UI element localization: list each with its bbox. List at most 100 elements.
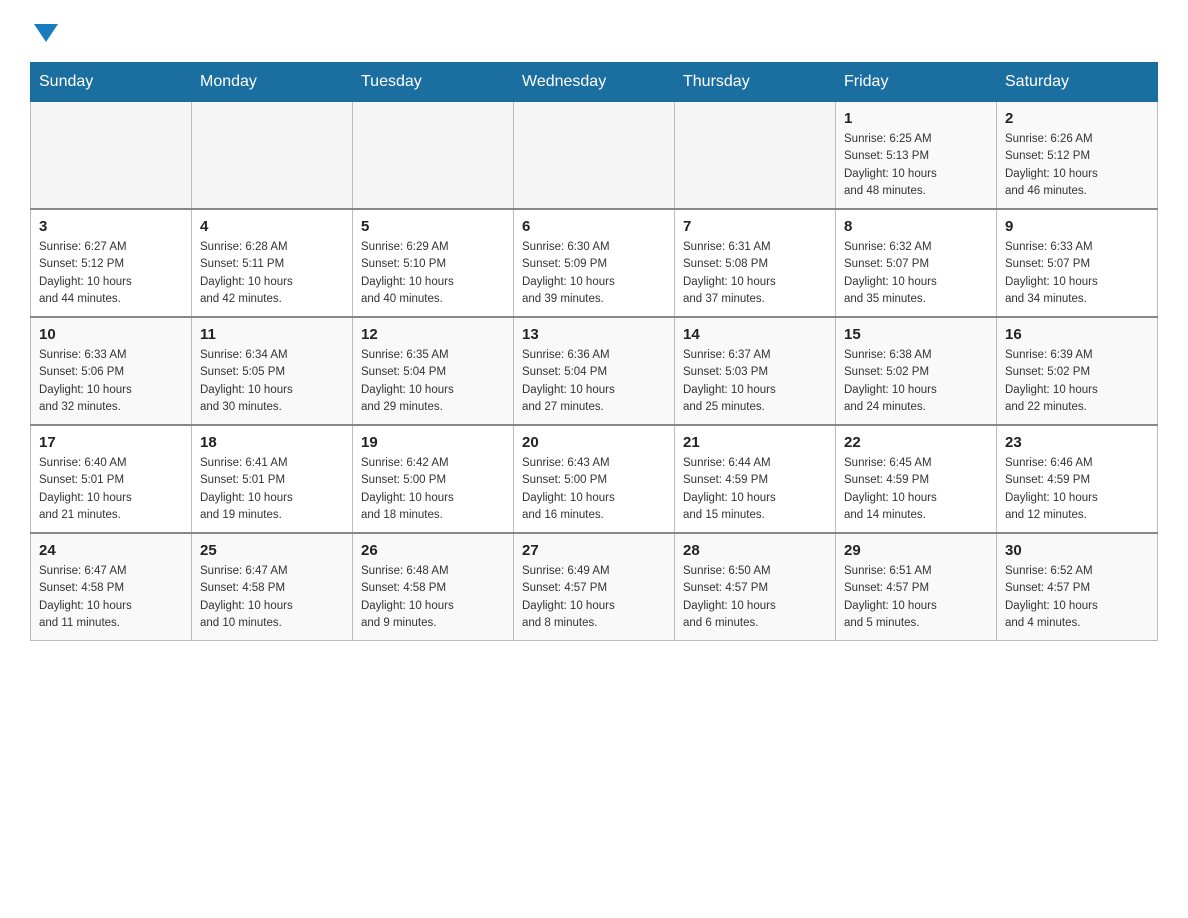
day-number: 15 bbox=[844, 326, 988, 343]
logo-top bbox=[30, 20, 58, 42]
day-header-saturday: Saturday bbox=[997, 63, 1158, 102]
day-info: Sunrise: 6:44 AM Sunset: 4:59 PM Dayligh… bbox=[683, 455, 827, 524]
day-number: 1 bbox=[844, 110, 988, 127]
day-number: 25 bbox=[200, 542, 344, 559]
calendar-cell: 9 Sunrise: 6:33 AM Sunset: 5:07 PM Daylig… bbox=[997, 209, 1158, 317]
day-number: 19 bbox=[361, 434, 505, 451]
day-info: Sunrise: 6:33 AM Sunset: 5:06 PM Dayligh… bbox=[39, 347, 183, 416]
calendar-cell bbox=[192, 102, 353, 210]
day-info: Sunrise: 6:50 AM Sunset: 4:57 PM Dayligh… bbox=[683, 563, 827, 632]
day-info: Sunrise: 6:25 AM Sunset: 5:13 PM Dayligh… bbox=[844, 131, 988, 200]
calendar-cell: 3 Sunrise: 6:27 AM Sunset: 5:12 PM Daylig… bbox=[31, 209, 192, 317]
calendar-cell: 25 Sunrise: 6:47 AM Sunset: 4:58 PM Dayli… bbox=[192, 533, 353, 641]
day-number: 3 bbox=[39, 218, 183, 235]
page-header bbox=[30, 20, 1158, 42]
day-info: Sunrise: 6:38 AM Sunset: 5:02 PM Dayligh… bbox=[844, 347, 988, 416]
calendar-cell: 7 Sunrise: 6:31 AM Sunset: 5:08 PM Daylig… bbox=[675, 209, 836, 317]
day-header-monday: Monday bbox=[192, 63, 353, 102]
day-number: 26 bbox=[361, 542, 505, 559]
day-info: Sunrise: 6:27 AM Sunset: 5:12 PM Dayligh… bbox=[39, 239, 183, 308]
day-info: Sunrise: 6:31 AM Sunset: 5:08 PM Dayligh… bbox=[683, 239, 827, 308]
day-number: 30 bbox=[1005, 542, 1149, 559]
day-number: 10 bbox=[39, 326, 183, 343]
day-number: 8 bbox=[844, 218, 988, 235]
day-info: Sunrise: 6:37 AM Sunset: 5:03 PM Dayligh… bbox=[683, 347, 827, 416]
calendar-cell: 6 Sunrise: 6:30 AM Sunset: 5:09 PM Daylig… bbox=[514, 209, 675, 317]
day-number: 4 bbox=[200, 218, 344, 235]
calendar-cell: 20 Sunrise: 6:43 AM Sunset: 5:00 PM Dayli… bbox=[514, 425, 675, 533]
day-number: 14 bbox=[683, 326, 827, 343]
calendar-cell bbox=[31, 102, 192, 210]
calendar-week-row: 1 Sunrise: 6:25 AM Sunset: 5:13 PM Daylig… bbox=[31, 102, 1158, 210]
day-number: 21 bbox=[683, 434, 827, 451]
calendar-cell: 11Sunrise: 6:34 AM Sunset: 5:05 PM Dayli… bbox=[192, 317, 353, 425]
calendar-week-row: 10 Sunrise: 6:33 AM Sunset: 5:06 PM Dayli… bbox=[31, 317, 1158, 425]
calendar-cell: 8 Sunrise: 6:32 AM Sunset: 5:07 PM Daylig… bbox=[836, 209, 997, 317]
logo bbox=[30, 20, 58, 42]
day-info: Sunrise: 6:48 AM Sunset: 4:58 PM Dayligh… bbox=[361, 563, 505, 632]
day-number: 20 bbox=[522, 434, 666, 451]
calendar-cell: 2Sunrise: 6:26 AM Sunset: 5:12 PM Daylig… bbox=[997, 102, 1158, 210]
logo-triangle-icon bbox=[34, 24, 58, 42]
day-number: 27 bbox=[522, 542, 666, 559]
day-info: Sunrise: 6:47 AM Sunset: 4:58 PM Dayligh… bbox=[200, 563, 344, 632]
calendar-week-row: 17 Sunrise: 6:40 AM Sunset: 5:01 PM Dayli… bbox=[31, 425, 1158, 533]
calendar-cell: 29Sunrise: 6:51 AM Sunset: 4:57 PM Dayli… bbox=[836, 533, 997, 641]
day-number: 5 bbox=[361, 218, 505, 235]
day-info: Sunrise: 6:29 AM Sunset: 5:10 PM Dayligh… bbox=[361, 239, 505, 308]
day-number: 12 bbox=[361, 326, 505, 343]
day-info: Sunrise: 6:39 AM Sunset: 5:02 PM Dayligh… bbox=[1005, 347, 1149, 416]
day-info: Sunrise: 6:34 AM Sunset: 5:05 PM Dayligh… bbox=[200, 347, 344, 416]
day-info: Sunrise: 6:43 AM Sunset: 5:00 PM Dayligh… bbox=[522, 455, 666, 524]
calendar-cell: 17 Sunrise: 6:40 AM Sunset: 5:01 PM Dayli… bbox=[31, 425, 192, 533]
day-info: Sunrise: 6:36 AM Sunset: 5:04 PM Dayligh… bbox=[522, 347, 666, 416]
day-header-friday: Friday bbox=[836, 63, 997, 102]
day-number: 18 bbox=[200, 434, 344, 451]
day-info: Sunrise: 6:32 AM Sunset: 5:07 PM Dayligh… bbox=[844, 239, 988, 308]
day-number: 9 bbox=[1005, 218, 1149, 235]
calendar-cell: 24Sunrise: 6:47 AM Sunset: 4:58 PM Dayli… bbox=[31, 533, 192, 641]
day-number: 7 bbox=[683, 218, 827, 235]
day-number: 23 bbox=[1005, 434, 1149, 451]
day-number: 28 bbox=[683, 542, 827, 559]
calendar-cell: 14 Sunrise: 6:37 AM Sunset: 5:03 PM Dayli… bbox=[675, 317, 836, 425]
day-info: Sunrise: 6:51 AM Sunset: 4:57 PM Dayligh… bbox=[844, 563, 988, 632]
calendar-cell: 18 Sunrise: 6:41 AM Sunset: 5:01 PM Dayli… bbox=[192, 425, 353, 533]
calendar-cell: 12 Sunrise: 6:35 AM Sunset: 5:04 PM Dayli… bbox=[353, 317, 514, 425]
calendar-cell: 22 Sunrise: 6:45 AM Sunset: 4:59 PM Dayli… bbox=[836, 425, 997, 533]
day-info: Sunrise: 6:40 AM Sunset: 5:01 PM Dayligh… bbox=[39, 455, 183, 524]
calendar-cell: 5 Sunrise: 6:29 AM Sunset: 5:10 PM Daylig… bbox=[353, 209, 514, 317]
calendar-week-row: 3 Sunrise: 6:27 AM Sunset: 5:12 PM Daylig… bbox=[31, 209, 1158, 317]
calendar-cell bbox=[353, 102, 514, 210]
calendar-table: SundayMondayTuesdayWednesdayThursdayFrid… bbox=[30, 62, 1158, 641]
day-header-wednesday: Wednesday bbox=[514, 63, 675, 102]
day-number: 6 bbox=[522, 218, 666, 235]
calendar-week-row: 24Sunrise: 6:47 AM Sunset: 4:58 PM Dayli… bbox=[31, 533, 1158, 641]
day-info: Sunrise: 6:45 AM Sunset: 4:59 PM Dayligh… bbox=[844, 455, 988, 524]
day-number: 22 bbox=[844, 434, 988, 451]
day-info: Sunrise: 6:46 AM Sunset: 4:59 PM Dayligh… bbox=[1005, 455, 1149, 524]
calendar-cell: 10 Sunrise: 6:33 AM Sunset: 5:06 PM Dayli… bbox=[31, 317, 192, 425]
day-info: Sunrise: 6:41 AM Sunset: 5:01 PM Dayligh… bbox=[200, 455, 344, 524]
day-info: Sunrise: 6:35 AM Sunset: 5:04 PM Dayligh… bbox=[361, 347, 505, 416]
calendar-cell: 28 Sunrise: 6:50 AM Sunset: 4:57 PM Dayli… bbox=[675, 533, 836, 641]
day-info: Sunrise: 6:28 AM Sunset: 5:11 PM Dayligh… bbox=[200, 239, 344, 308]
day-header-thursday: Thursday bbox=[675, 63, 836, 102]
calendar-cell: 27 Sunrise: 6:49 AM Sunset: 4:57 PM Dayli… bbox=[514, 533, 675, 641]
day-info: Sunrise: 6:49 AM Sunset: 4:57 PM Dayligh… bbox=[522, 563, 666, 632]
day-info: Sunrise: 6:30 AM Sunset: 5:09 PM Dayligh… bbox=[522, 239, 666, 308]
day-number: 16 bbox=[1005, 326, 1149, 343]
day-number: 17 bbox=[39, 434, 183, 451]
calendar-header-row: SundayMondayTuesdayWednesdayThursdayFrid… bbox=[31, 63, 1158, 102]
calendar-cell: 16 Sunrise: 6:39 AM Sunset: 5:02 PM Dayli… bbox=[997, 317, 1158, 425]
calendar-cell: 15 Sunrise: 6:38 AM Sunset: 5:02 PM Dayli… bbox=[836, 317, 997, 425]
day-number: 13 bbox=[522, 326, 666, 343]
day-info: Sunrise: 6:47 AM Sunset: 4:58 PM Dayligh… bbox=[39, 563, 183, 632]
day-info: Sunrise: 6:33 AM Sunset: 5:07 PM Dayligh… bbox=[1005, 239, 1149, 308]
calendar-cell: 1 Sunrise: 6:25 AM Sunset: 5:13 PM Daylig… bbox=[836, 102, 997, 210]
calendar-cell: 4 Sunrise: 6:28 AM Sunset: 5:11 PM Daylig… bbox=[192, 209, 353, 317]
calendar-cell: 23 Sunrise: 6:46 AM Sunset: 4:59 PM Dayli… bbox=[997, 425, 1158, 533]
calendar-cell: 19Sunrise: 6:42 AM Sunset: 5:00 PM Dayli… bbox=[353, 425, 514, 533]
calendar-cell: 30Sunrise: 6:52 AM Sunset: 4:57 PM Dayli… bbox=[997, 533, 1158, 641]
calendar-cell: 26 Sunrise: 6:48 AM Sunset: 4:58 PM Dayli… bbox=[353, 533, 514, 641]
